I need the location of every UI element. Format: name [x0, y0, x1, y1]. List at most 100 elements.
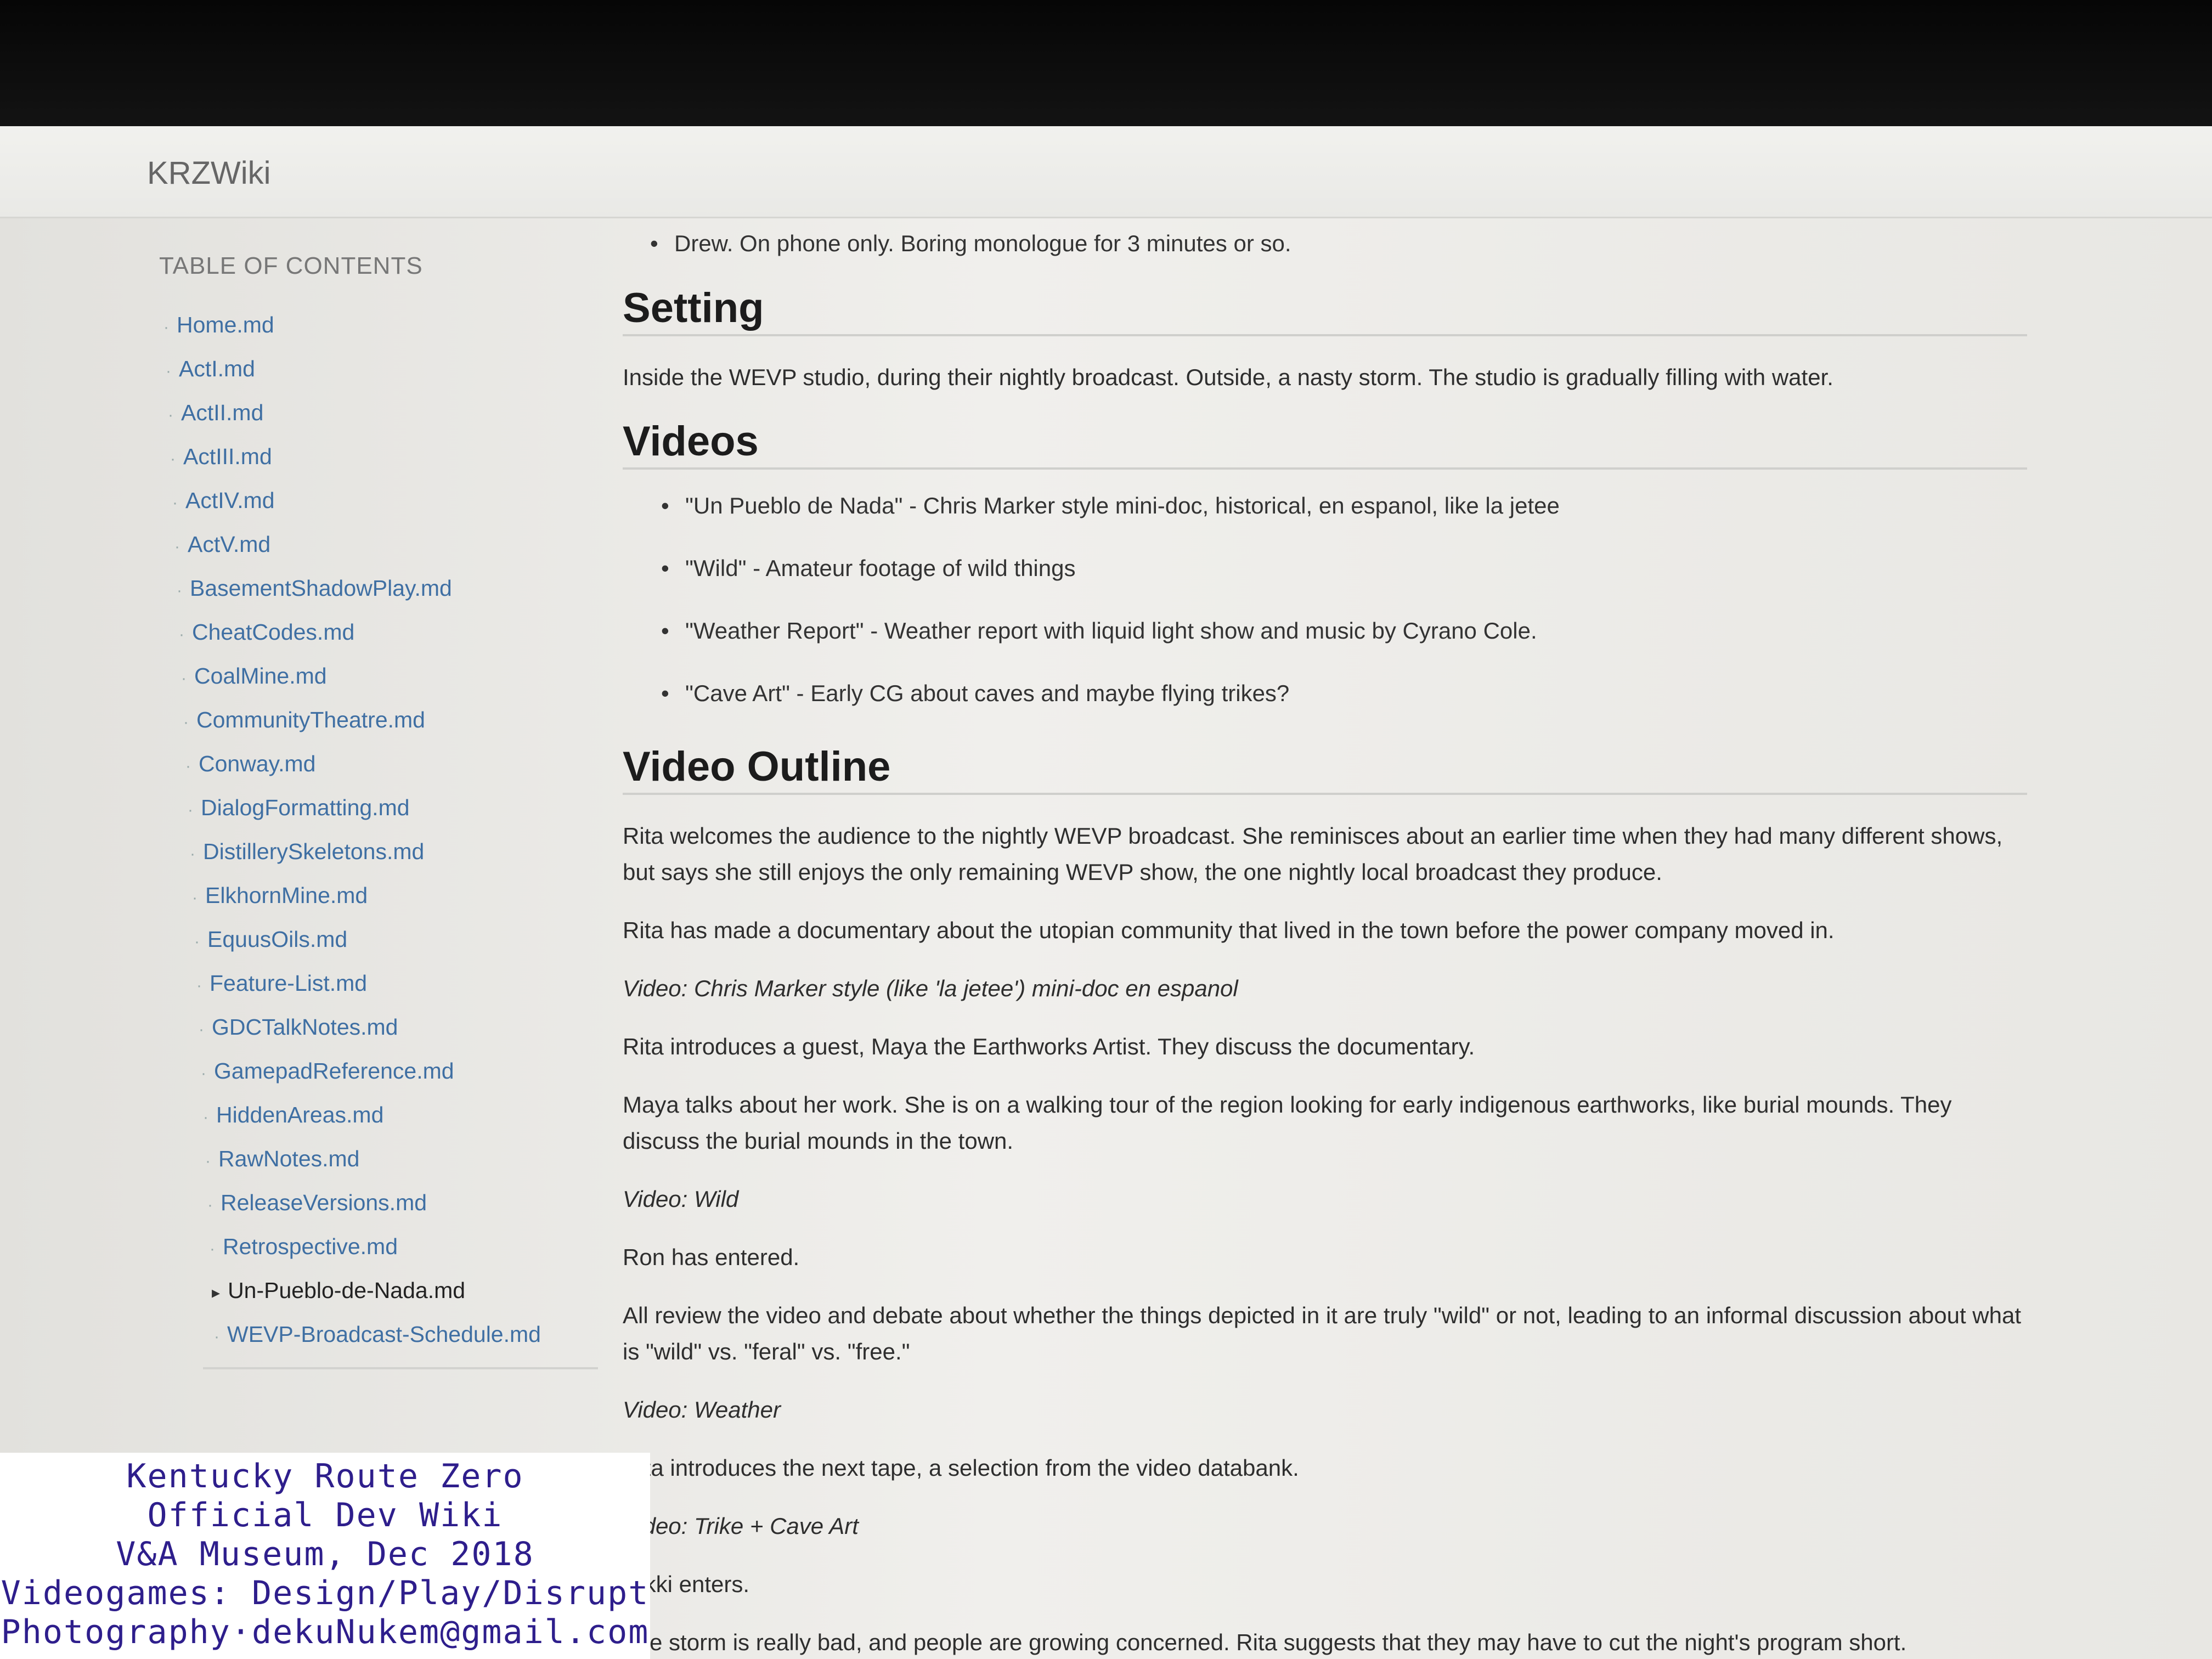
sidebar-item-label[interactable]: ReleaseVersions.md: [221, 1190, 427, 1215]
sidebar-item[interactable]: · ActV.md: [159, 522, 598, 566]
bullet-dot-icon: ·: [179, 625, 184, 644]
brand-link[interactable]: KRZWiki: [147, 155, 271, 191]
sidebar-item-label[interactable]: ActI.md: [179, 356, 255, 381]
video-list-item: "Weather Report" - Weather report with l…: [661, 618, 2027, 644]
sidebar-item-label[interactable]: BasementShadowPlay.md: [190, 575, 452, 601]
sidebar-item[interactable]: · RawNotes.md: [159, 1137, 598, 1181]
sidebar-item[interactable]: · CheatCodes.md: [159, 610, 598, 654]
outline-paragraph: Nikki enters.: [623, 1571, 750, 1597]
sidebar-item[interactable]: · GDCTalkNotes.md: [159, 1005, 598, 1049]
video-cue: Video: Chris Marker style (like 'la jete…: [623, 975, 1238, 1001]
bullet-dot-icon: ·: [203, 1108, 208, 1126]
watermark-line: Official Dev Wiki: [147, 1496, 503, 1534]
sidebar-item-label[interactable]: DistillerySkeletons.md: [203, 839, 424, 864]
bullet-dot-icon: ·: [185, 757, 191, 775]
video-cue: Video: Weather: [623, 1397, 781, 1423]
sidebar-item[interactable]: ▸ Un-Pueblo-de-Nada.md: [159, 1268, 598, 1312]
section-heading-videos: Videos: [623, 417, 2027, 470]
outline-paragraph: Rita introduces the next tape, a selecti…: [623, 1455, 1299, 1481]
sidebar-item-label[interactable]: EquusOils.md: [207, 927, 347, 952]
sidebar-item-label[interactable]: Conway.md: [199, 751, 315, 776]
watermark-line: Videogames: Design/Play/Disrupt: [1, 1574, 650, 1612]
browser-viewport: KRZWiki TABLE OF CONTENTS · Home.md · ActI.…: [0, 126, 2212, 1659]
bullet-dot-icon: ·: [196, 977, 202, 995]
sidebar-item[interactable]: · WEVP-Broadcast-Schedule.md: [159, 1312, 598, 1356]
bullet-dot-icon: ·: [172, 494, 178, 512]
sidebar-item-label[interactable]: ActIII.md: [183, 444, 272, 469]
sidebar-item-label[interactable]: DialogFormatting.md: [201, 795, 410, 820]
setting-paragraph: Inside the WEVP studio, during their nig…: [623, 364, 1833, 390]
bullet-dot-icon: ·: [201, 1064, 206, 1082]
sidebar-item-label[interactable]: GDCTalkNotes.md: [212, 1014, 398, 1040]
sidebar-item[interactable]: · HiddenAreas.md: [159, 1093, 598, 1137]
sidebar-item[interactable]: · ActII.md: [159, 391, 598, 435]
video-list-item: "Wild" - Amateur footage of wild things: [661, 555, 2027, 582]
bullet-dot-icon: ·: [210, 1240, 215, 1258]
navbar: KRZWiki: [0, 126, 2212, 218]
outline-paragraph: The storm is really bad, and people are …: [623, 1629, 1907, 1655]
video-list-item: "Un Pueblo de Nada" - Chris Marker style…: [661, 493, 2027, 519]
video-cue: Video: Trike + Cave Art: [623, 1513, 859, 1539]
watermark-line: V&A Museum, Dec 2018: [116, 1535, 534, 1573]
page-content: Drew. On phone only. Boring monologue fo…: [623, 230, 2027, 1659]
sidebar-item[interactable]: · BasementShadowPlay.md: [159, 566, 598, 610]
sidebar-item[interactable]: · Feature-List.md: [159, 961, 598, 1005]
watermark-line: Kentucky Route Zero: [126, 1457, 524, 1496]
sidebar-item[interactable]: · CoalMine.md: [159, 654, 598, 698]
sidebar-item-label[interactable]: ActIV.md: [185, 488, 275, 513]
video-list-item: "Cave Art" - Early CG about caves and ma…: [661, 680, 2027, 707]
sidebar-item-label[interactable]: Feature-List.md: [210, 970, 367, 996]
section-heading-video-outline: Video Outline: [623, 743, 2027, 795]
sidebar-item-label[interactable]: WEVP-Broadcast-Schedule.md: [227, 1322, 541, 1347]
sidebar-item-label[interactable]: GamepadReference.md: [214, 1058, 454, 1084]
sidebar-item[interactable]: · ReleaseVersions.md: [159, 1181, 598, 1224]
sidebar-item[interactable]: · EquusOils.md: [159, 917, 598, 961]
sidebar-item[interactable]: · ActI.md: [159, 347, 598, 391]
bullet-dot-icon: ·: [181, 669, 187, 687]
photo-watermark: Kentucky Route Zero Official Dev Wiki V&A …: [0, 1453, 650, 1659]
outline-paragraph: Rita welcomes the audience to the nightl…: [623, 823, 2003, 885]
bullet-dot-icon: ·: [190, 845, 195, 863]
bullet-dot-icon: ·: [163, 318, 169, 336]
sidebar-item[interactable]: · DialogFormatting.md: [159, 786, 598, 830]
sidebar-item-label[interactable]: CoalMine.md: [194, 663, 327, 689]
sidebar-item-label[interactable]: ElkhornMine.md: [205, 883, 368, 908]
triangle-right-icon: ▸: [212, 1284, 221, 1302]
bullet-dot-icon: ·: [166, 362, 171, 380]
bullet-dot-icon: ·: [170, 450, 176, 468]
bullet-dot-icon: ·: [205, 1152, 211, 1170]
bullet-dot-icon: ·: [207, 1196, 213, 1214]
sidebar-item-label[interactable]: CheatCodes.md: [192, 619, 354, 645]
bullet-dot-icon: ·: [194, 933, 200, 951]
sidebar-item-label[interactable]: Retrospective.md: [223, 1234, 398, 1259]
sidebar-item[interactable]: · ActIII.md: [159, 435, 598, 478]
sidebar-item[interactable]: · CommunityTheatre.md: [159, 698, 598, 742]
sidebar-item[interactable]: · Retrospective.md: [159, 1224, 598, 1268]
sidebar-item-label[interactable]: Home.md: [177, 312, 274, 337]
bullet-dot-icon: ·: [183, 713, 189, 731]
sidebar-item[interactable]: · DistillerySkeletons.md: [159, 830, 598, 873]
videos-list: "Un Pueblo de Nada" - Chris Marker style…: [623, 493, 2027, 707]
sidebar-item[interactable]: · Home.md: [159, 303, 598, 347]
sidebar-item-label[interactable]: HiddenAreas.md: [216, 1102, 383, 1127]
list-item: Drew. On phone only. Boring monologue fo…: [650, 230, 2027, 257]
sidebar-item[interactable]: · ElkhornMine.md: [159, 873, 598, 917]
sidebar-item-label[interactable]: RawNotes.md: [218, 1146, 359, 1171]
sidebar-item-label[interactable]: Un-Pueblo-de-Nada.md: [228, 1278, 465, 1303]
sidebar-item[interactable]: · ActIV.md: [159, 478, 598, 522]
video-outline-body: Rita welcomes the audience to the nightl…: [623, 818, 2027, 1659]
sidebar-item[interactable]: · Conway.md: [159, 742, 598, 786]
bullet-dot-icon: ·: [168, 406, 173, 424]
outline-paragraph: Rita has made a documentary about the ut…: [623, 917, 1835, 943]
sidebar-item-label[interactable]: ActII.md: [181, 400, 263, 425]
sidebar-item[interactable]: · GamepadReference.md: [159, 1049, 598, 1093]
sidebar-item-label[interactable]: ActV.md: [188, 532, 270, 557]
outline-paragraph: Rita introduces a guest, Maya the Earthw…: [623, 1034, 1475, 1059]
outline-paragraph: Maya talks about her work. She is on a w…: [623, 1092, 1952, 1154]
sidebar-item-label[interactable]: CommunityTheatre.md: [196, 707, 425, 732]
monitor-bezel: [0, 0, 2212, 134]
section-heading-setting: Setting: [623, 284, 2027, 336]
bullet-dot-icon: ·: [192, 889, 198, 907]
toc-list: · Home.md · ActI.md · ActII.md · ActIII.md · ActI…: [159, 303, 598, 1356]
toc-divider: [203, 1367, 598, 1369]
